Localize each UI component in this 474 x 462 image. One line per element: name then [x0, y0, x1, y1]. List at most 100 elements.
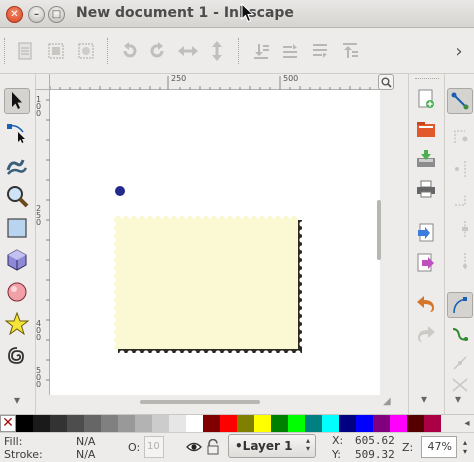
resize-grip-icon: ◢ — [383, 396, 391, 407]
selected-object-dot[interactable] — [115, 186, 125, 196]
layer-name: •Layer 1 — [235, 439, 293, 453]
snap-nodes-icon[interactable] — [449, 250, 471, 272]
dropdown-arrows-icon: ▴ ▾ — [305, 436, 310, 453]
vertical-scroll-thumb[interactable] — [377, 200, 381, 260]
ruler-label: 500 — [36, 366, 42, 389]
zoom-spinner-icon[interactable]: ▴ ▾ — [460, 438, 470, 458]
cursor-x-label: X: — [332, 434, 344, 447]
color-swatch[interactable] — [254, 415, 271, 432]
snap-bbox-edge-icon[interactable] — [449, 158, 471, 180]
ruler-label: 500 — [283, 74, 299, 83]
color-palette: ✕ ◂ — [0, 414, 474, 432]
lock-icon[interactable] — [206, 438, 220, 455]
color-swatch[interactable] — [271, 415, 288, 432]
toolbox: ▾ — [0, 74, 36, 432]
ellipse-tool[interactable] — [4, 279, 30, 305]
vertical-scrollbar[interactable] — [377, 74, 394, 395]
flip-vertical-icon[interactable] — [206, 40, 228, 62]
toolbar-overflow-icon[interactable]: › — [448, 40, 470, 62]
color-swatch[interactable] — [101, 415, 118, 432]
color-swatch[interactable] — [16, 415, 33, 432]
color-swatch[interactable] — [152, 415, 169, 432]
raise-to-top-icon[interactable] — [339, 40, 361, 62]
new-document-icon[interactable] — [415, 88, 437, 110]
document-properties-icon[interactable] — [14, 40, 36, 62]
snapbar-overflow-icon[interactable]: ▾ — [455, 392, 461, 406]
undo-icon[interactable] — [415, 294, 437, 316]
color-swatch[interactable] — [135, 415, 152, 432]
fill-value: N/A — [76, 435, 96, 448]
color-swatch[interactable] — [356, 415, 373, 432]
open-icon[interactable] — [415, 118, 437, 140]
star-tool[interactable] — [4, 311, 30, 337]
snap-bbox-midpoint-icon[interactable] — [449, 218, 471, 240]
close-button[interactable]: ✕ — [6, 6, 23, 23]
snap-smooth-icon[interactable] — [449, 352, 471, 374]
spiral-tool[interactable] — [4, 343, 30, 369]
color-swatch[interactable] — [84, 415, 101, 432]
raise-icon[interactable] — [309, 40, 331, 62]
tweak-tool[interactable] — [4, 151, 30, 177]
color-swatch[interactable] — [390, 415, 407, 432]
ruler-corner — [36, 74, 50, 90]
snap-cusp-icon[interactable] — [449, 324, 471, 346]
redo-icon[interactable] — [415, 324, 437, 346]
lower-icon[interactable] — [279, 40, 301, 62]
print-icon[interactable] — [415, 178, 437, 200]
current-layer-dropdown[interactable]: •Layer 1 ▴ ▾ — [228, 434, 316, 458]
import-icon[interactable] — [415, 222, 437, 244]
ruler-label: 100 — [36, 95, 42, 118]
ruler-label: 250 — [171, 74, 187, 83]
select-all-icon[interactable] — [45, 40, 67, 62]
eye-icon[interactable] — [186, 439, 202, 455]
3d-box-tool[interactable] — [4, 247, 30, 273]
color-swatch[interactable] — [186, 415, 203, 432]
snap-bbox-corner-icon[interactable] — [449, 188, 471, 210]
rectangle-tool[interactable] — [4, 215, 30, 241]
mouse-pointer-icon — [241, 3, 255, 23]
color-swatch[interactable] — [339, 415, 356, 432]
color-swatch[interactable] — [305, 415, 322, 432]
color-swatch[interactable] — [373, 415, 390, 432]
color-swatch[interactable] — [288, 415, 305, 432]
snap-bbox-icon[interactable] — [449, 126, 471, 148]
maximize-button[interactable]: □ — [48, 6, 65, 23]
zoom-field[interactable]: 47% — [421, 436, 457, 458]
rotate-cw-icon[interactable] — [147, 40, 169, 62]
color-swatch[interactable] — [220, 415, 237, 432]
toolbox-overflow-icon[interactable]: ▾ — [4, 387, 30, 413]
no-paint-swatch[interactable]: ✕ — [0, 415, 16, 432]
color-swatch[interactable] — [118, 415, 135, 432]
drawing-canvas[interactable] — [50, 90, 380, 395]
minimize-button[interactable]: – — [28, 6, 45, 23]
zoom-fit-icon[interactable] — [378, 74, 394, 90]
selector-tool[interactable] — [4, 88, 30, 114]
opacity-spinbox[interactable]: 10 — [144, 436, 164, 458]
stroke-label: Stroke: — [4, 448, 43, 461]
color-swatch[interactable] — [407, 415, 424, 432]
color-swatch[interactable] — [424, 415, 441, 432]
enable-snapping-icon[interactable] — [447, 88, 473, 114]
color-swatch[interactable] — [237, 415, 254, 432]
sidebar-overflow-icon[interactable]: ▾ — [421, 392, 427, 406]
snap-path-icon[interactable] — [447, 292, 473, 318]
color-swatch[interactable] — [203, 415, 220, 432]
color-swatch[interactable] — [50, 415, 67, 432]
export-icon[interactable] — [415, 252, 437, 274]
color-swatch[interactable] — [67, 415, 84, 432]
color-swatch[interactable] — [33, 415, 50, 432]
snap-controls-bar: ▾ — [444, 74, 474, 414]
lower-to-bottom-icon[interactable] — [250, 40, 272, 62]
select-in-all-layers-icon[interactable] — [75, 40, 97, 62]
flip-horizontal-icon[interactable] — [177, 40, 199, 62]
palette-menu-icon[interactable]: ◂ — [460, 415, 474, 432]
horizontal-scroll-thumb[interactable] — [140, 400, 260, 404]
color-swatch[interactable] — [169, 415, 186, 432]
save-icon[interactable] — [415, 148, 437, 170]
node-tool[interactable] — [4, 119, 30, 145]
horizontal-scrollbar[interactable] — [50, 395, 380, 409]
rotate-ccw-icon[interactable] — [118, 40, 140, 62]
stamp-shape[interactable] — [114, 216, 298, 349]
zoom-tool[interactable] — [4, 183, 30, 209]
color-swatch[interactable] — [322, 415, 339, 432]
